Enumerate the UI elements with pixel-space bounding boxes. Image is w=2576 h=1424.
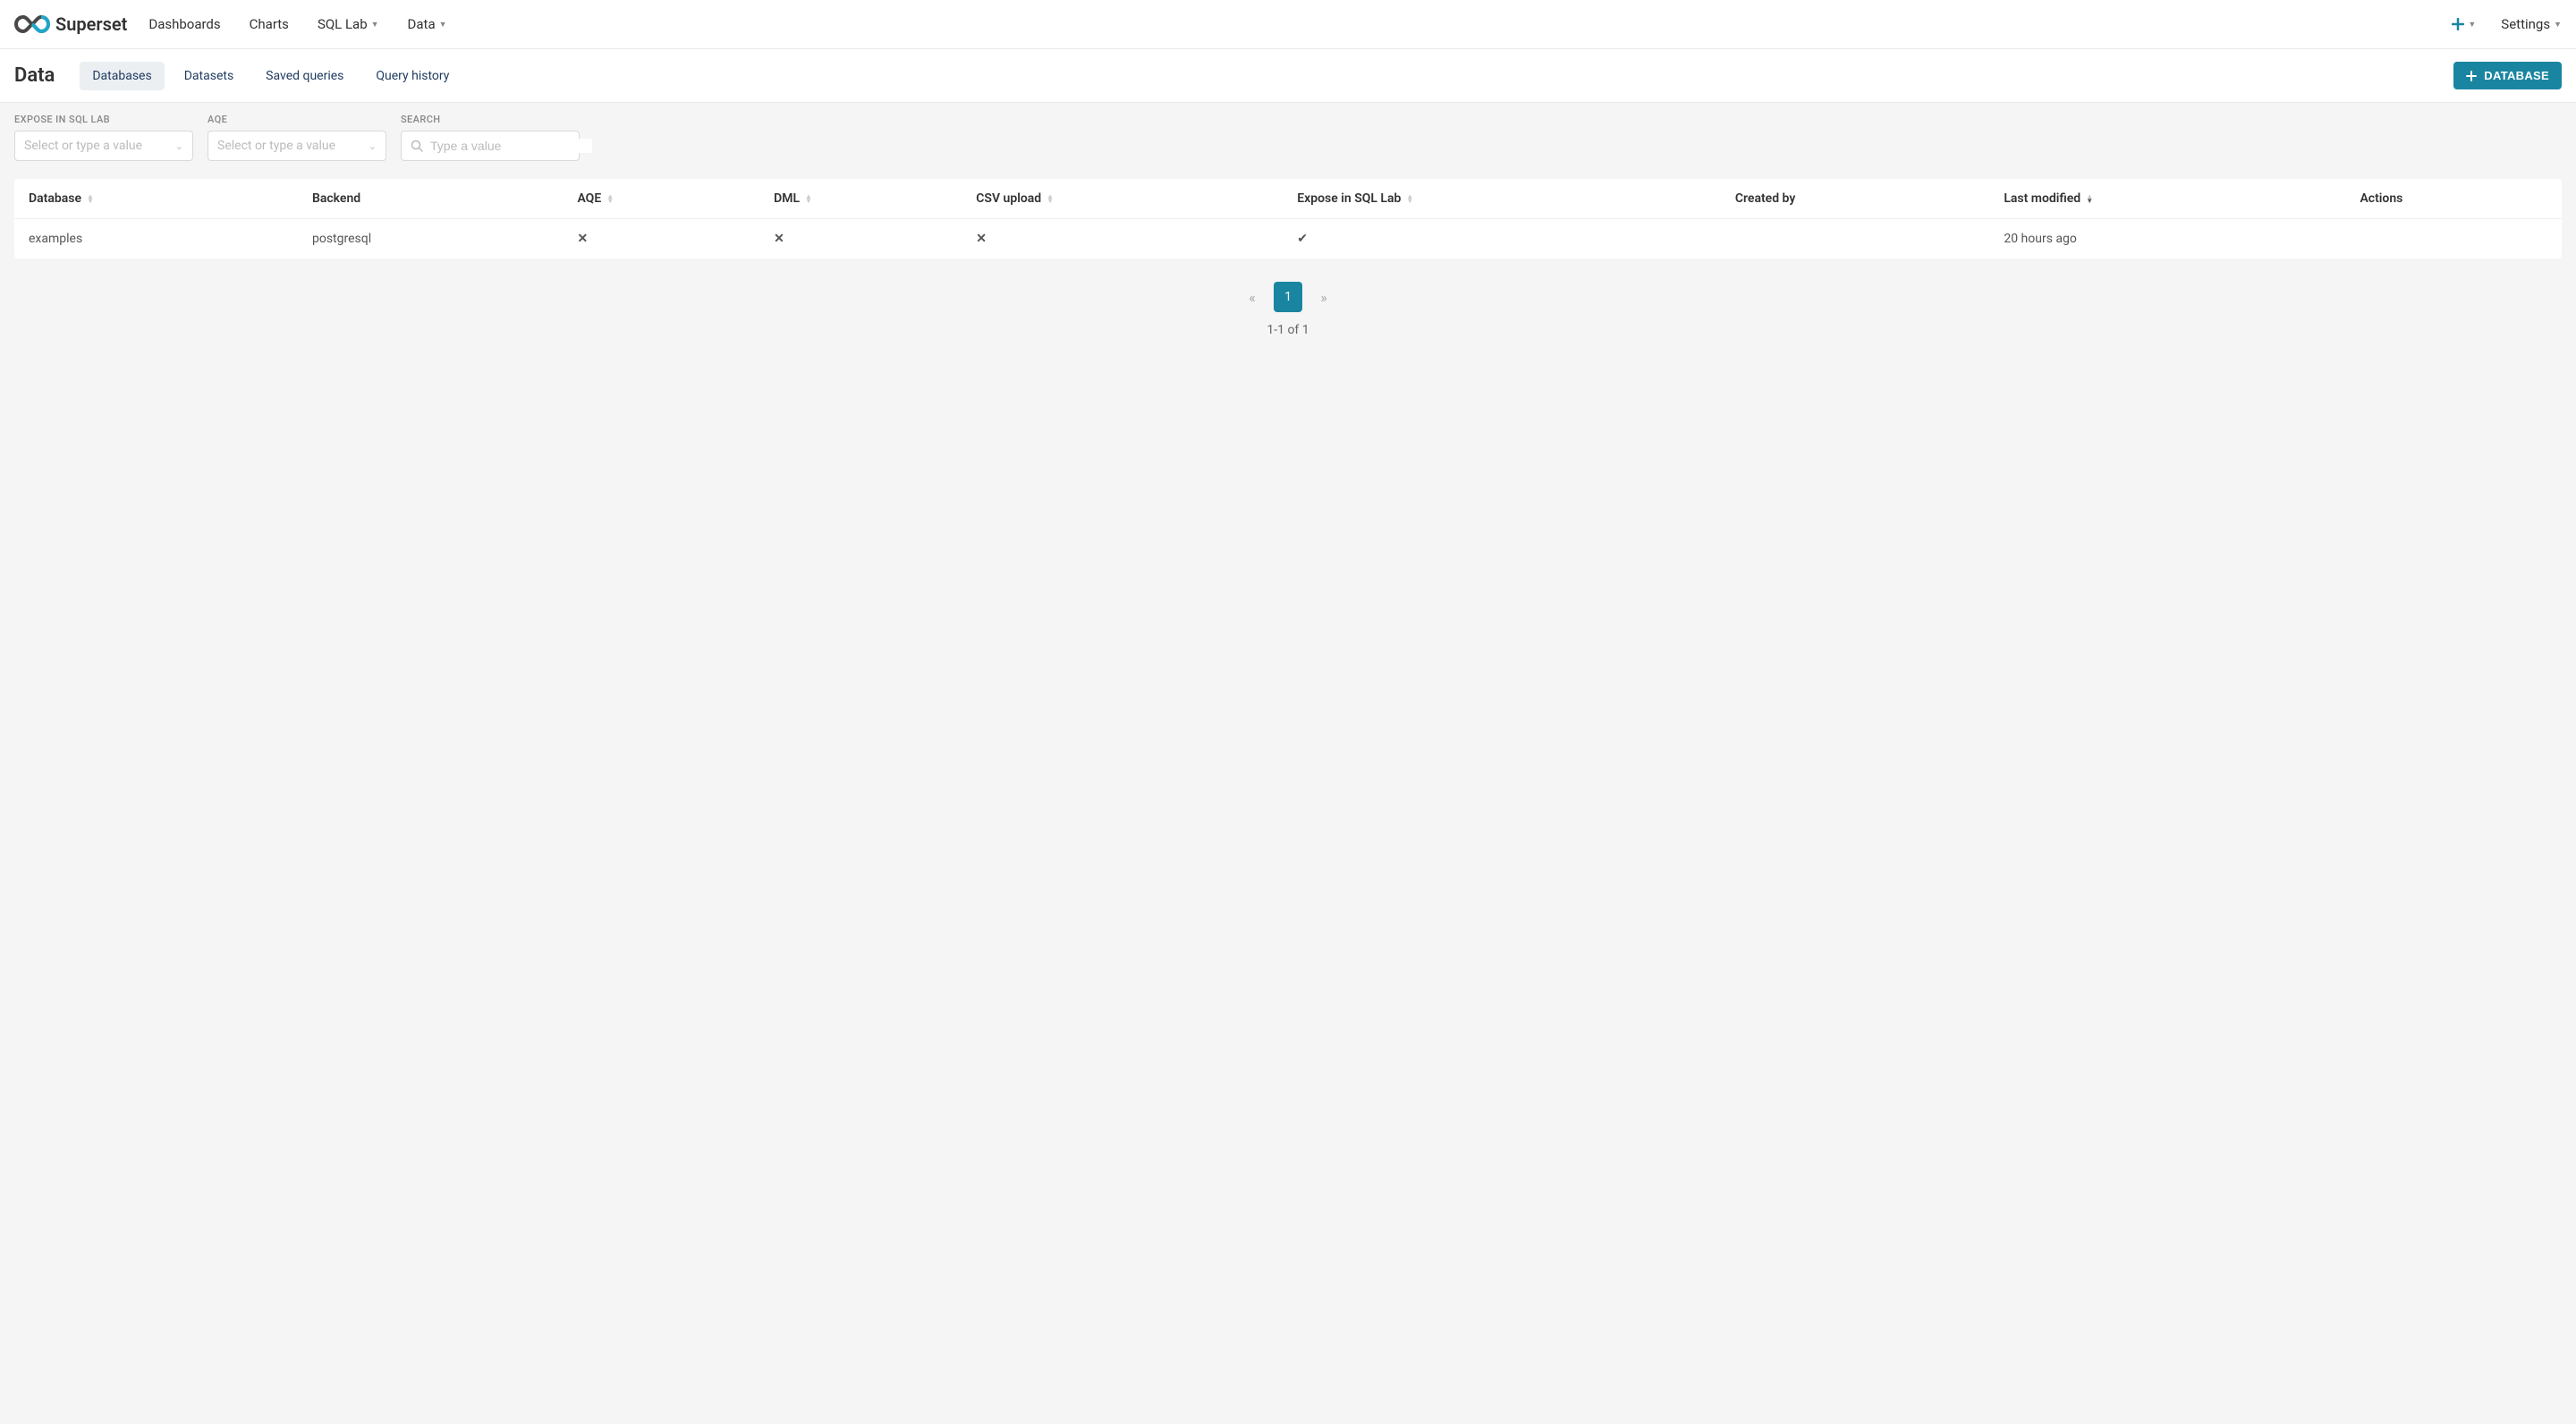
col-dml[interactable]: DML▲▼ xyxy=(759,179,962,219)
add-new-button[interactable]: ▼ xyxy=(2452,18,2476,30)
select-placeholder: Select or type a value xyxy=(217,139,335,153)
nav-sql-lab[interactable]: SQL Lab▼ xyxy=(318,16,379,32)
top-nav: Superset Dashboards Charts SQL Lab▼ Data… xyxy=(0,0,2576,49)
filter-search: SEARCH xyxy=(401,114,580,161)
search-box[interactable] xyxy=(401,131,580,161)
select-placeholder: Select or type a value xyxy=(24,139,142,153)
cell-actions xyxy=(2345,219,2562,259)
page-next[interactable]: » xyxy=(1309,282,1338,312)
page-current[interactable]: 1 xyxy=(1274,282,1302,312)
col-created-by: Created by xyxy=(1721,179,1989,219)
nav-dashboards[interactable]: Dashboards xyxy=(148,16,220,32)
brand-logo[interactable]: Superset xyxy=(14,13,127,35)
col-last-modified[interactable]: Last modified▲▼ xyxy=(1989,179,2345,219)
caret-down-icon: ▼ xyxy=(2468,20,2476,30)
sort-icon: ▲▼ xyxy=(805,194,812,203)
filter-aqe-label: AQE xyxy=(208,114,386,125)
databases-table: Database▲▼ Backend AQE▲▼ DML▲▼ CSV uploa… xyxy=(14,179,2562,259)
col-csv[interactable]: CSV upload▲▼ xyxy=(962,179,1283,219)
sort-icon: ▲▼ xyxy=(1046,194,1054,203)
filter-aqe: AQE Select or type a value ⌄ xyxy=(208,114,386,161)
sort-icon: ▲▼ xyxy=(1406,194,1413,203)
filters-bar: EXPOSE IN SQL LAB Select or type a value… xyxy=(0,103,2576,179)
tab-databases[interactable]: Databases xyxy=(80,62,164,90)
caret-down-icon: ▼ xyxy=(2554,20,2562,30)
sort-icon: ▲▼ xyxy=(87,194,94,203)
add-database-button[interactable]: DATABASE xyxy=(2453,62,2562,89)
cell-expose: ✔ xyxy=(1283,219,1721,259)
sub-header: Data Databases Datasets Saved queries Qu… xyxy=(0,49,2576,103)
filter-expose: EXPOSE IN SQL LAB Select or type a value… xyxy=(14,114,193,161)
table-row[interactable]: examplespostgresql ✕ ✕ ✕ ✔ 20 hours ago xyxy=(14,219,2562,259)
tabs: Databases Datasets Saved queries Query h… xyxy=(80,62,462,90)
plus-icon xyxy=(2466,71,2477,81)
tab-query-history[interactable]: Query history xyxy=(363,62,462,90)
cell-created-by xyxy=(1721,219,1989,259)
plus-icon xyxy=(2452,18,2464,30)
infinity-icon xyxy=(14,15,50,33)
x-icon: ✕ xyxy=(577,232,588,246)
x-icon: ✕ xyxy=(976,232,987,246)
col-expose[interactable]: Expose in SQL Lab▲▼ xyxy=(1283,179,1721,219)
filter-expose-select[interactable]: Select or type a value ⌄ xyxy=(14,131,193,161)
top-nav-right: ▼ Settings▼ xyxy=(2452,16,2562,32)
col-database[interactable]: Database▲▼ xyxy=(14,179,298,219)
brand-text: Superset xyxy=(55,13,127,35)
cell-dml: ✕ xyxy=(759,219,962,259)
caret-down-icon: ▼ xyxy=(439,20,447,30)
sort-icon: ▲▼ xyxy=(606,194,614,203)
chevron-down-icon: ⌄ xyxy=(175,140,183,152)
cell-csv: ✕ xyxy=(962,219,1283,259)
tab-saved-queries[interactable]: Saved queries xyxy=(253,62,356,90)
cell-aqe: ✕ xyxy=(563,219,759,259)
caret-down-icon: ▼ xyxy=(371,20,379,30)
nav-items: Dashboards Charts SQL Lab▼ Data▼ xyxy=(148,16,446,32)
check-icon: ✔ xyxy=(1297,232,1308,246)
search-input[interactable] xyxy=(430,139,592,153)
table-header-row: Database▲▼ Backend AQE▲▼ DML▲▼ CSV uploa… xyxy=(14,179,2562,219)
settings-menu[interactable]: Settings▼ xyxy=(2501,16,2562,32)
page-summary: 1-1 of 1 xyxy=(1267,323,1309,337)
x-icon: ✕ xyxy=(774,232,784,246)
filter-expose-label: EXPOSE IN SQL LAB xyxy=(14,114,193,125)
cell-last-modified: 20 hours ago xyxy=(1989,219,2345,259)
filter-aqe-select[interactable]: Select or type a value ⌄ xyxy=(208,131,386,161)
page-title: Data xyxy=(14,64,55,87)
cell-backend: postgresql xyxy=(298,219,563,259)
chevron-down-icon: ⌄ xyxy=(369,140,377,152)
nav-charts[interactable]: Charts xyxy=(250,16,289,32)
filter-search-label: SEARCH xyxy=(401,114,580,125)
add-database-label: DATABASE xyxy=(2484,69,2549,82)
col-aqe[interactable]: AQE▲▼ xyxy=(563,179,759,219)
search-icon xyxy=(411,140,423,152)
pagination: « 1 » 1-1 of 1 xyxy=(0,259,2576,352)
page-prev[interactable]: « xyxy=(1238,282,1267,312)
col-backend: Backend xyxy=(298,179,563,219)
nav-data[interactable]: Data▼ xyxy=(408,16,447,32)
cell-database: examples xyxy=(14,219,298,259)
tab-datasets[interactable]: Datasets xyxy=(172,62,246,90)
col-actions: Actions xyxy=(2345,179,2562,219)
sort-icon: ▲▼ xyxy=(2086,194,2093,203)
